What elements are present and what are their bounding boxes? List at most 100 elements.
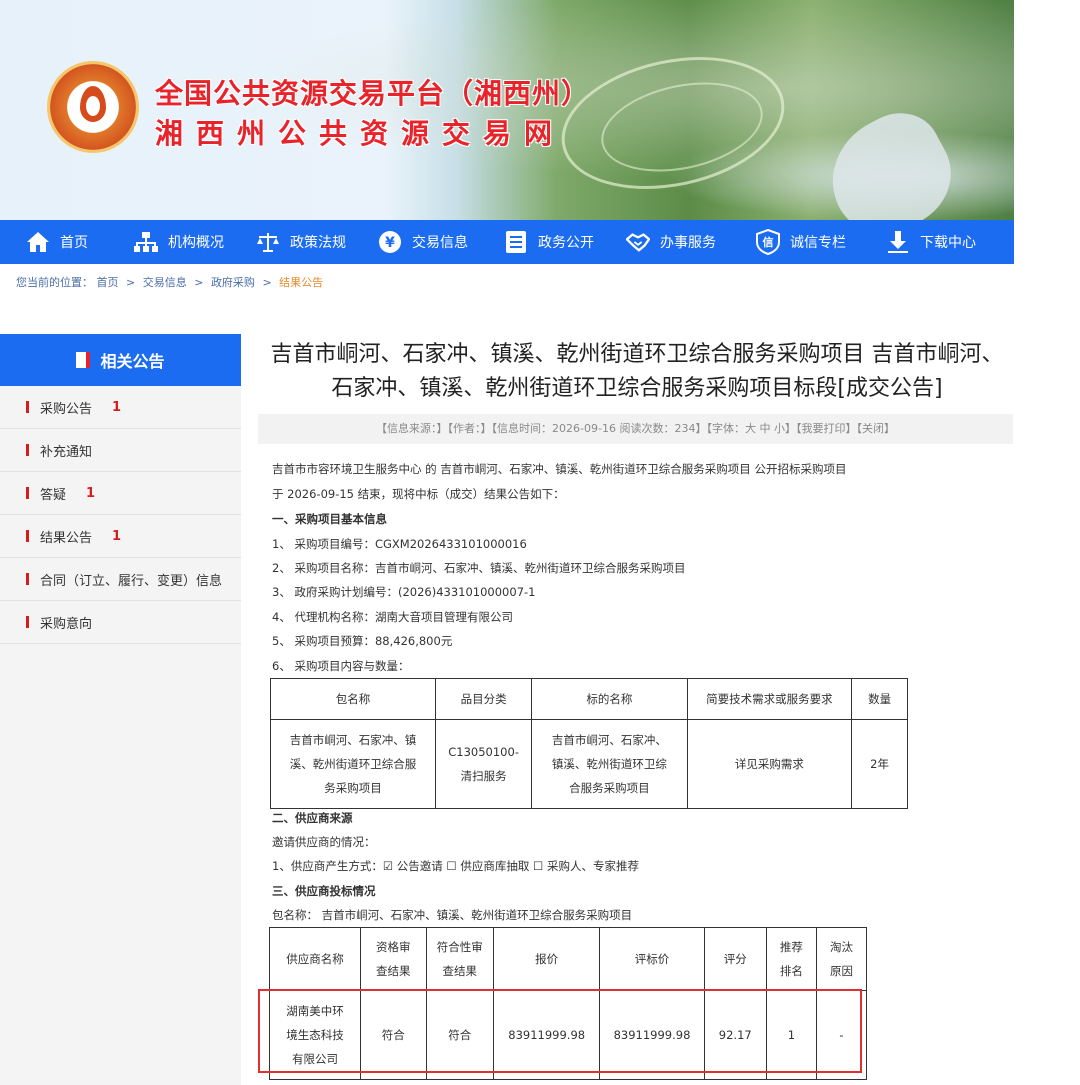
table-header: 报价 [493, 927, 601, 991]
header-line: 符合性审 [436, 940, 483, 954]
site-title-line1: 全国公共资源交易平台（湘西州） [155, 77, 591, 110]
nav-item-gov[interactable]: 政务公开 [504, 220, 594, 264]
table-header: 品目分类 [434, 678, 533, 720]
table-header: 符合性审 查结果 [425, 927, 495, 991]
credit-icon: 信 [756, 229, 780, 255]
table-row: 吉首市峒河、石家冲、镇 溪、乾州街道环卫综合服 务采购项目 C13050100-… [270, 719, 908, 809]
invite-line: 邀请供应商的情况： [272, 835, 376, 849]
sidebar-item-contract[interactable]: 合同（订立、履行、变更）信息 [0, 558, 241, 601]
sidebar-item-supplement[interactable]: 补充通知 [0, 429, 241, 472]
table-header: 标的名称 [531, 678, 688, 720]
header-line: 淘汰 [829, 940, 853, 954]
table-header-row: 供应商名称 资格审 查结果 符合性审 查结果 报价 评标价 评分 推荐 排名 淘… [269, 927, 868, 991]
header-line: 查结果 [375, 964, 411, 978]
breadcrumb-link-trade[interactable]: 交易信息 [143, 276, 187, 289]
main-nav: 首页 机构概况 政策法规 ¥ 交易信息 政务公开 办事服务 信 诚信专栏 下载中… [0, 220, 1014, 264]
nav-item-org[interactable]: 机构概况 [134, 220, 224, 264]
bullet-mark [26, 530, 29, 542]
article-title: 吉首市峒河、石家冲、镇溪、乾州街道环卫综合服务采购项目 吉首市峒河、石家冲、镇溪… [270, 342, 1004, 401]
document-icon [504, 230, 528, 254]
table-header: 简要技术需求或服务要求 [686, 678, 853, 720]
header-line: 推荐 [779, 940, 803, 954]
nav-label: 办事服务 [660, 235, 716, 251]
sidebar-item-result[interactable]: 结果公告 1 [0, 515, 241, 558]
breadcrumb-link-procurement[interactable]: 政府采购 [211, 276, 255, 289]
site-title-line2: 湘西州公共资源交易网 [155, 117, 566, 150]
highlight-box [258, 989, 862, 1073]
nav-label: 诚信专栏 [790, 235, 846, 251]
cell-line: 溪、乾州街道环卫综合服 [289, 757, 417, 771]
cell-line: C13050100- [448, 745, 519, 759]
sidebar: 相关公告 采购公告 1 补充通知 答疑 1 结果公告 1 合同（订立、履行、变更… [0, 334, 241, 1085]
package-name-line: 包名称： 吉首市峒河、石家冲、镇溪、乾州街道环卫综合服务采购项目 [272, 908, 633, 922]
yen-icon: ¥ [378, 230, 402, 254]
header-line: 查结果 [442, 964, 478, 978]
breadcrumb: 您当前的位置： 首页 > 交易信息 > 政府采购 > 结果公告 [16, 274, 323, 290]
sidebar-item-label: 补充通知 [40, 444, 93, 460]
table-header: 评分 [703, 927, 767, 991]
table-cell-quantity: 2年 [851, 719, 908, 809]
header-line: 资格审 [375, 940, 411, 954]
intro-line-2: 于 2026-09-15 结束，现将中标（成交）结果公告如下： [272, 487, 565, 501]
nav-label: 政策法规 [290, 235, 346, 251]
download-icon [886, 230, 910, 254]
cell-line: 务采购项目 [324, 781, 382, 795]
bullet-mark [26, 487, 29, 499]
nav-item-trade[interactable]: ¥ 交易信息 [378, 220, 468, 264]
nav-item-home[interactable]: 首页 [26, 220, 88, 264]
nav-label: 下载中心 [920, 235, 976, 251]
breadcrumb-current[interactable]: 结果公告 [279, 276, 323, 289]
bullet-mark [26, 444, 29, 456]
article-meta: 【信息来源：】【作者：】【信息时间：2026-09-16 阅读次数：234】【字… [258, 414, 1013, 444]
nav-label: 首页 [60, 235, 88, 251]
sidebar-item-count: 1 [112, 528, 122, 544]
nav-label: 机构概况 [168, 235, 224, 251]
sidebar-item-label: 答疑 [40, 487, 67, 503]
table-cell-target: 吉首市峒河、石家冲、 镇溪、乾州街道环卫综 合服务采购项目 [531, 719, 688, 809]
table-cell-package: 吉首市峒河、石家冲、镇 溪、乾州街道环卫综合服 务采购项目 [270, 719, 436, 809]
logo-flame-core [86, 96, 100, 116]
nav-item-credit[interactable]: 信 诚信专栏 [756, 220, 846, 264]
sidebar-item-procurement-notice[interactable]: 采购公告 1 [0, 386, 241, 429]
sidebar-item-label: 采购公告 [40, 401, 93, 417]
breadcrumb-prefix: 您当前的位置： [16, 276, 93, 289]
table-header-row: 包名称 品目分类 标的名称 简要技术需求或服务要求 数量 [270, 678, 908, 720]
table-header: 供应商名称 [269, 927, 361, 991]
bullet-mark [26, 401, 29, 413]
sidebar-item-label: 结果公告 [40, 530, 93, 546]
sidebar-item-label: 合同（订立、履行、变更）信息 [40, 573, 223, 589]
section-heading-3: 三、供应商投标情况 [272, 884, 376, 898]
info-line-6: 6、 采购项目内容与数量： [272, 659, 410, 673]
header-line: 原因 [829, 964, 853, 978]
nav-label: 政务公开 [538, 235, 594, 251]
breadcrumb-link-home[interactable]: 首页 [97, 276, 119, 289]
nav-item-service[interactable]: 办事服务 [626, 220, 716, 264]
breadcrumb-separator: > [194, 276, 204, 289]
nav-label: 交易信息 [412, 235, 468, 251]
content-table: 包名称 品目分类 标的名称 简要技术需求或服务要求 数量 吉首市峒河、石家冲、镇… [270, 678, 908, 809]
bullet-mark [26, 573, 29, 585]
breadcrumb-separator: > [126, 276, 136, 289]
cell-line: 合服务采购项目 [569, 781, 650, 795]
nav-item-download[interactable]: 下载中心 [886, 220, 976, 264]
site-logo [50, 64, 136, 150]
book-icon [76, 352, 91, 368]
method-line: 1、供应商产生方式：☑ 公告邀请 ☐ 供应商库抽取 ☐ 采购人、专家推荐 [272, 859, 640, 873]
info-line-4: 4、 代理机构名称：湖南大音项目管理有限公司 [272, 610, 513, 624]
info-line-1: 1、 采购项目编号：CGXM2026433101000016 [272, 537, 527, 551]
sidebar-item-qa[interactable]: 答疑 1 [0, 472, 241, 515]
nav-item-policy[interactable]: 政策法规 [256, 220, 346, 264]
section-heading-2: 二、供应商来源 [272, 811, 353, 825]
table-cell-category: C13050100- 清扫服务 [434, 719, 533, 809]
table-cell-requirement: 详见采购需求 [686, 719, 853, 809]
info-line-3: 3、 政府采购计划编号：(2026)433101000007-1 [272, 585, 536, 599]
sidebar-item-intent[interactable]: 采购意向 [0, 601, 241, 644]
sidebar-header: 相关公告 [0, 334, 241, 386]
cell-line: 吉首市峒河、石家冲、 [551, 733, 667, 747]
table-header: 推荐 排名 [765, 927, 817, 991]
table-header: 数量 [851, 678, 908, 720]
header-line: 排名 [779, 964, 803, 978]
table-header: 评标价 [599, 927, 705, 991]
svg-text:¥: ¥ [385, 235, 395, 251]
sidebar-item-count: 1 [112, 399, 122, 415]
